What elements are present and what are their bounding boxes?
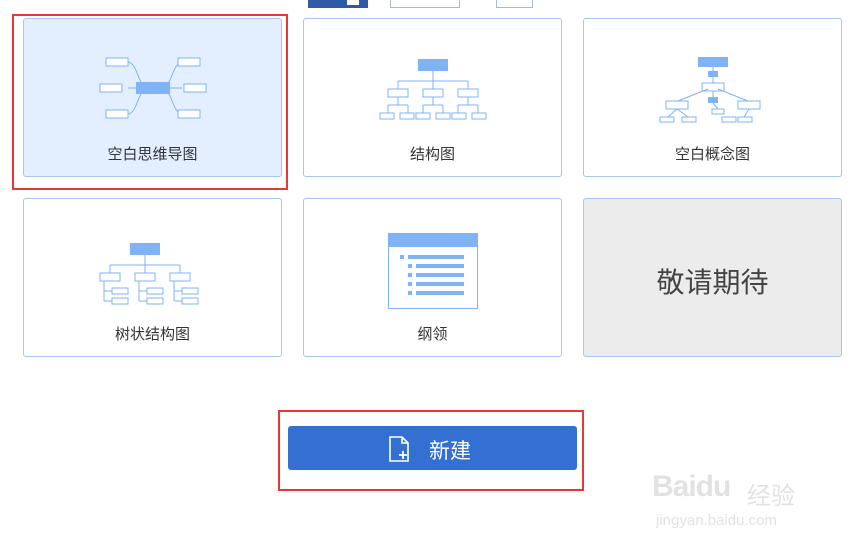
concept-map-icon	[659, 57, 760, 123]
watermark-url: jingyan.baidu.com	[656, 512, 777, 529]
template-label: 树状结构图	[114, 325, 190, 343]
template-card-blank-concept-map[interactable]: 空白概念图	[583, 18, 842, 177]
template-label: 纲领	[417, 325, 448, 343]
template-label: 结构图	[409, 145, 455, 163]
create-button[interactable]: 新建	[288, 426, 577, 470]
template-card-structure-chart[interactable]: 结构图	[303, 18, 562, 177]
watermark-cn-text: 经验	[747, 482, 795, 510]
view-tab-list[interactable]	[390, 0, 460, 8]
template-card-outline[interactable]: 纲领	[303, 198, 562, 357]
outline-icon	[387, 233, 478, 309]
template-label: 空白概念图	[674, 145, 750, 163]
create-button-label: 新建	[429, 439, 471, 463]
baidu-watermark: Baidu 经验 jingyan.baidu.com	[652, 466, 842, 536]
template-card-tree-chart[interactable]: 树状结构图	[23, 198, 282, 357]
highlight-box-selected-template	[12, 14, 288, 190]
template-card-coming-soon: 敬请期待	[583, 198, 842, 357]
org-chart-icon	[379, 59, 486, 120]
view-tab-other[interactable]	[496, 0, 533, 8]
new-file-icon	[389, 436, 409, 462]
watermark-logo-text: Baidu	[652, 470, 731, 503]
tree-chart-icon	[99, 243, 198, 305]
view-tab-grid[interactable]	[308, 0, 368, 8]
coming-soon-text: 敬请期待	[656, 266, 769, 299]
